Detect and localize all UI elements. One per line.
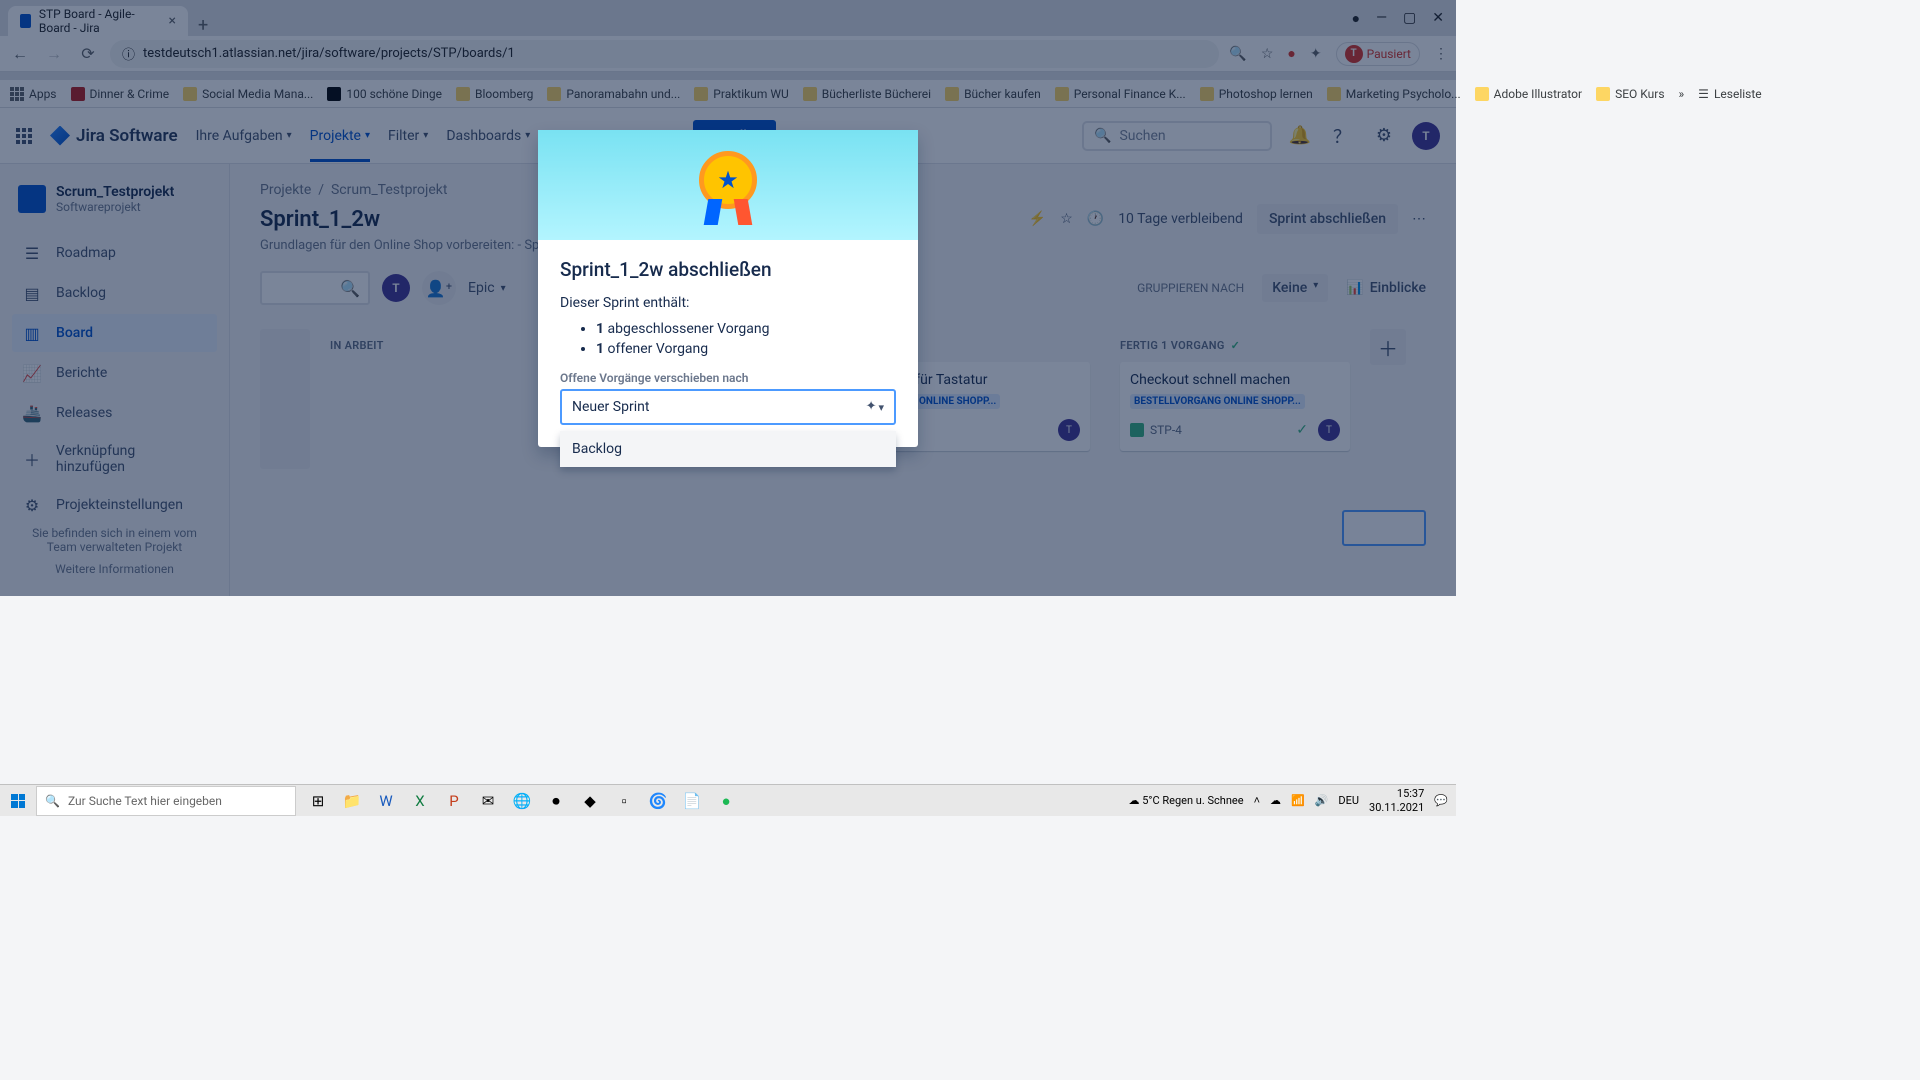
modal-title: Sprint_1_2w abschließen [560, 258, 896, 281]
search-placeholder: Zur Suche Text hier eingeben [68, 794, 222, 808]
weather-widget[interactable]: ☁ 5°C Regen u. Schnee [1128, 794, 1243, 807]
modal-summary-list: 1 abgeschlossener Vorgang 1 offener Vorg… [560, 321, 896, 357]
bookmark-overflow[interactable]: » [1679, 87, 1685, 101]
app-icon[interactable]: ▫ [608, 786, 640, 816]
complete-sprint-modal: ★ Sprint_1_2w abschließen Dieser Sprint … [538, 130, 918, 447]
modal-subtitle: Dieser Sprint enthält: [560, 295, 896, 311]
select-value: Neuer Sprint [572, 399, 649, 415]
bookmark-item[interactable]: Adobe Illustrator [1475, 87, 1582, 101]
start-button[interactable] [0, 785, 36, 817]
system-tray: ☁ 5°C Regen u. Schnee ˄ ☁ 📶 🔊 DEU 15:37 … [1128, 787, 1456, 813]
folder-icon [1475, 87, 1489, 101]
chrome-icon[interactable]: 🌐 [506, 786, 538, 816]
word-icon[interactable]: W [370, 786, 402, 816]
bookmark-item[interactable]: SEO Kurs [1596, 87, 1664, 101]
spotify-icon[interactable]: ● [710, 786, 742, 816]
app-icon[interactable]: ◆ [574, 786, 606, 816]
language-indicator[interactable]: DEU [1338, 794, 1359, 807]
windows-taskbar: 🔍 Zur Suche Text hier eingeben ⊞ 📁 W X P… [0, 784, 1456, 816]
medal-icon: ★ [694, 151, 762, 219]
cursor-icon: ✦ [866, 399, 877, 414]
explorer-icon[interactable]: 📁 [336, 786, 368, 816]
select-arrow: ✦▾ [866, 400, 884, 415]
move-to-dropdown: Backlog [560, 431, 896, 467]
volume-icon[interactable]: 🔊 [1315, 794, 1329, 807]
notifications-icon[interactable]: 💬 [1434, 794, 1448, 807]
modal-hero: ★ [538, 130, 918, 240]
move-to-select[interactable]: Neuer Sprint ✦▾ [560, 389, 896, 425]
onedrive-icon[interactable]: ☁ [1270, 794, 1281, 807]
obs-icon[interactable]: ⏺ [540, 786, 572, 816]
powerpoint-icon[interactable]: P [438, 786, 470, 816]
reading-list-icon: ☰ [1698, 87, 1709, 101]
reading-list[interactable]: ☰Leseliste [1698, 87, 1761, 101]
dropdown-option-backlog[interactable]: Backlog [560, 431, 896, 467]
move-to-label: Offene Vorgänge verschieben nach [560, 371, 896, 385]
wifi-icon[interactable]: 📶 [1291, 794, 1305, 807]
completed-issues-count: 1 abgeschlossener Vorgang [596, 321, 896, 337]
search-icon: 🔍 [45, 794, 60, 808]
windows-logo-icon [11, 794, 25, 808]
notepad-icon[interactable]: 📄 [676, 786, 708, 816]
open-issues-count: 1 offener Vorgang [596, 341, 896, 357]
mail-icon[interactable]: ✉ [472, 786, 504, 816]
folder-icon [1596, 87, 1610, 101]
clock[interactable]: 15:37 30.11.2021 [1369, 787, 1424, 813]
excel-icon[interactable]: X [404, 786, 436, 816]
tray-chevron-icon[interactable]: ˄ [1254, 794, 1260, 807]
edge-icon[interactable]: 🌀 [642, 786, 674, 816]
task-view-icon[interactable]: ⊞ [302, 786, 334, 816]
task-icons: ⊞ 📁 W X P ✉ 🌐 ⏺ ◆ ▫ 🌀 📄 ● [302, 786, 742, 816]
taskbar-search[interactable]: 🔍 Zur Suche Text hier eingeben [36, 786, 296, 816]
